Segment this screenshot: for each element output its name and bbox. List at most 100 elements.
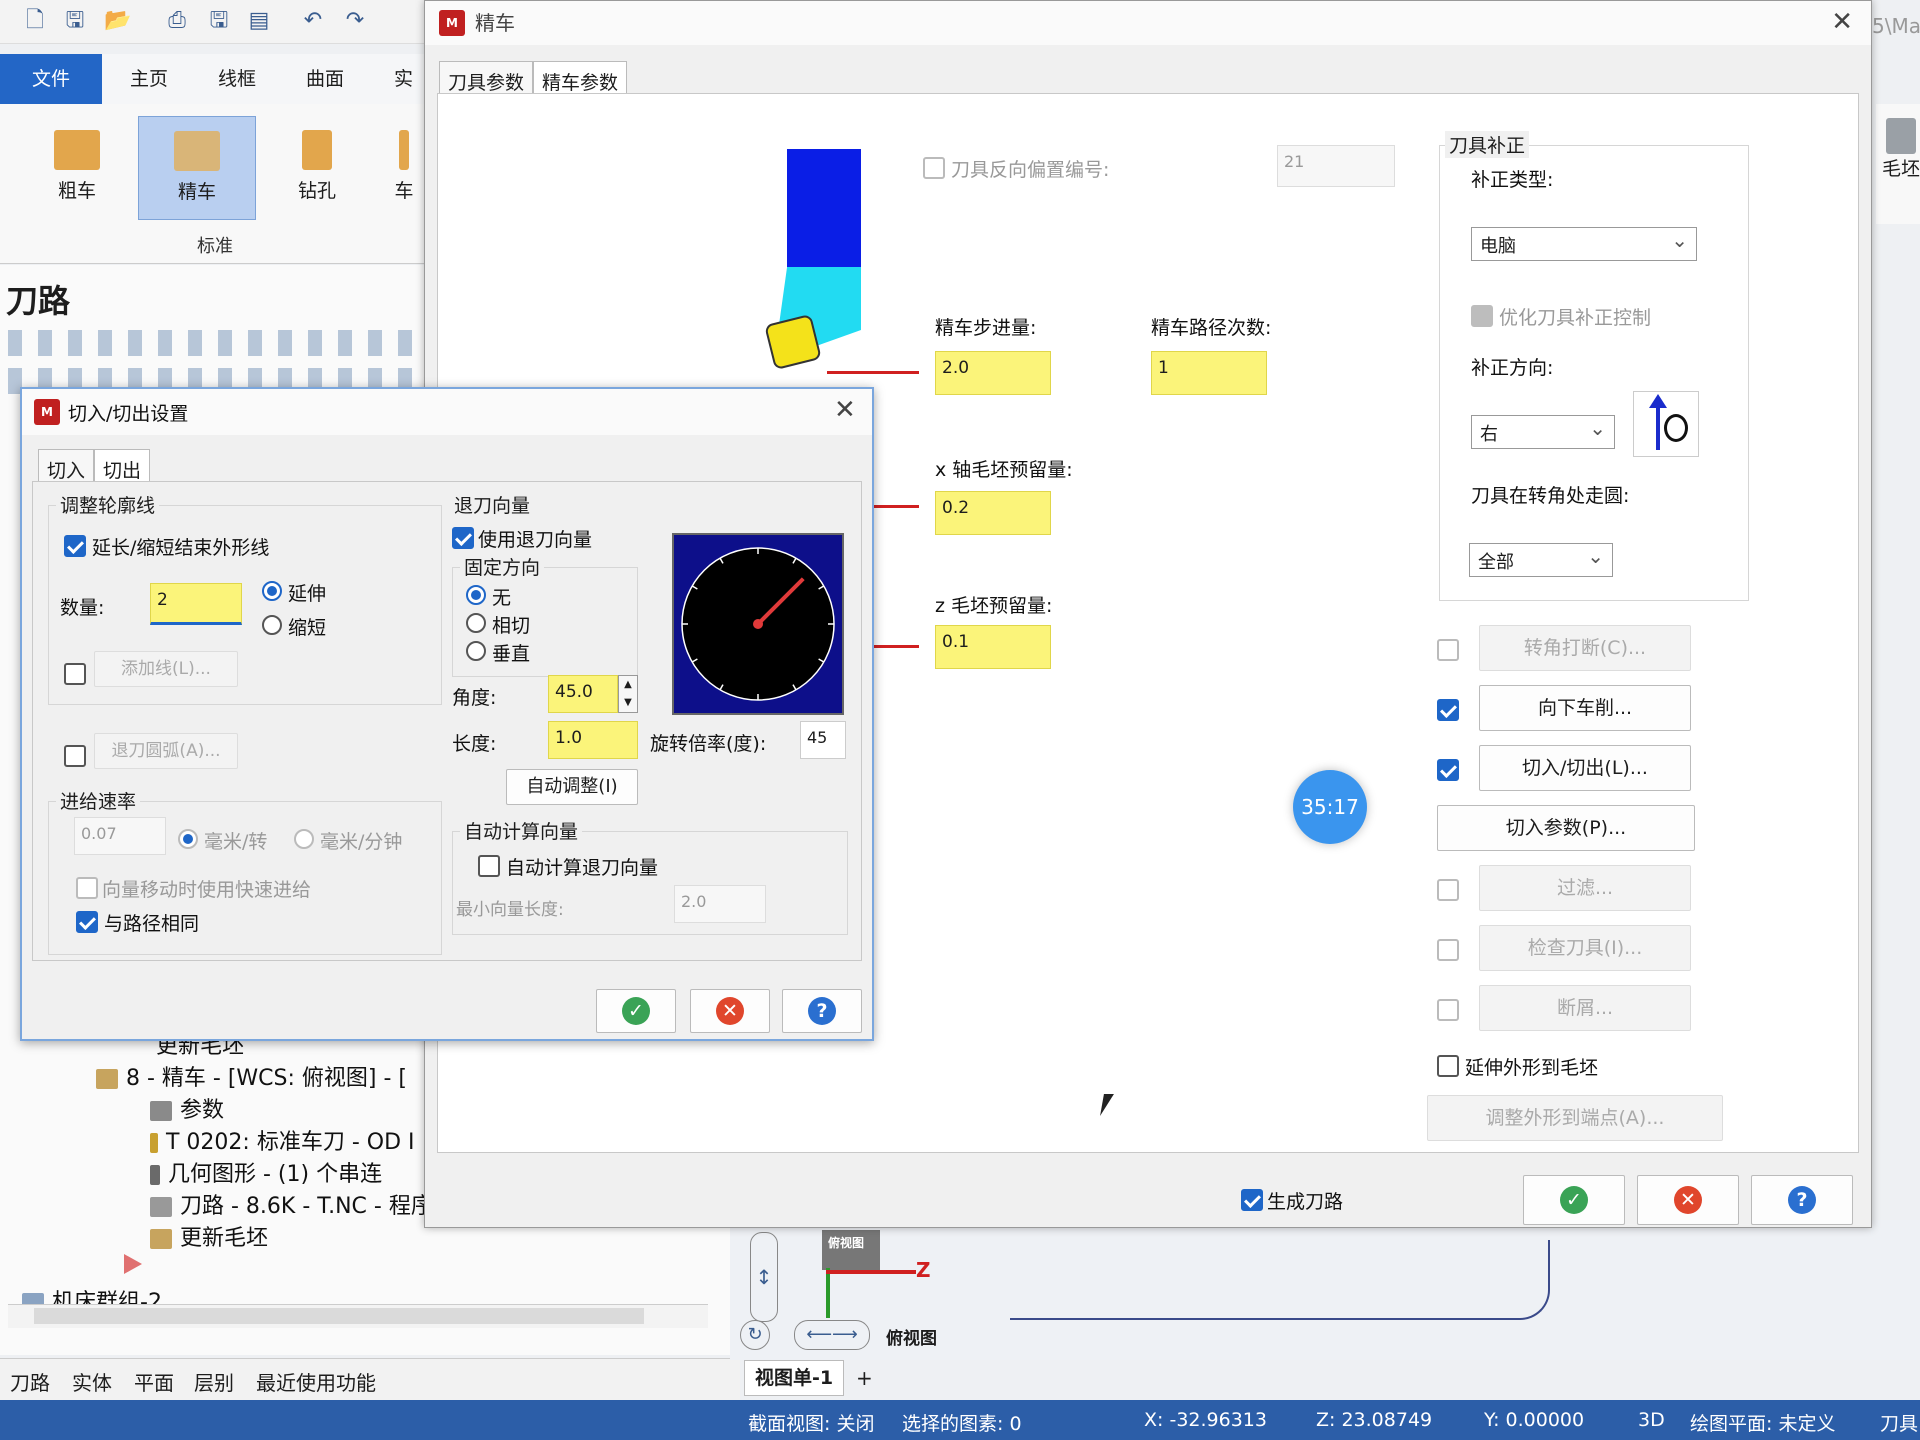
add-viewsheet-button[interactable]: + <box>856 1366 873 1390</box>
adjust-endpoint-button[interactable]: 调整外形到端点(A)... <box>1427 1095 1723 1141</box>
corner-roll-select[interactable]: 全部 <box>1469 543 1613 577</box>
filter-button[interactable]: 过滤... <box>1479 865 1691 911</box>
tab-solid[interactable]: 实体 <box>380 54 430 140</box>
angle-spinner[interactable]: ▲ ▼ <box>618 675 638 713</box>
horizontal-scrollbar[interactable] <box>8 1304 708 1328</box>
mm-per-min-radio[interactable] <box>294 829 314 849</box>
leadinout-button[interactable]: 切入/切出(L)... <box>1479 745 1691 791</box>
corner-break-checkbox[interactable] <box>1437 639 1459 661</box>
extend-shorten-checkbox[interactable] <box>64 535 86 557</box>
graphics-viewport[interactable]: 俯视图 Z ↕ ↻ ⟵⟶ 俯视图 <box>730 1220 1920 1360</box>
mm-per-rev-radio[interactable] <box>178 829 198 849</box>
auto-adjust-button[interactable]: 自动调整(I) <box>506 769 638 805</box>
tab-solids[interactable]: 实体 <box>72 1367 112 1396</box>
plunge-button[interactable]: 向下车削... <box>1479 685 1691 731</box>
plane-status[interactable]: 绘图平面: 未定义 <box>1690 1409 1835 1436</box>
tree-item[interactable]: 刀路 - 8.6K - T.NC - 程序 <box>150 1188 433 1220</box>
pan-horizontal-control[interactable]: ⟵⟶ <box>794 1320 870 1350</box>
section-view-status[interactable]: 截面视图: 关闭 <box>748 1409 874 1436</box>
reverse-offset-input[interactable]: 21 <box>1277 145 1395 187</box>
auto-calc-checkbox[interactable] <box>478 855 500 877</box>
comp-type-select[interactable]: 电脑 <box>1471 227 1697 261</box>
rough-turn-button[interactable]: 粗车 <box>18 116 136 220</box>
shorten-radio[interactable] <box>262 615 282 635</box>
pan-vertical-control[interactable]: ↕ <box>750 1232 778 1322</box>
angle-dial[interactable] <box>672 533 844 715</box>
optimize-comp-checkbox[interactable] <box>1471 305 1493 327</box>
print-icon[interactable]: ⎙ <box>164 8 190 34</box>
tree-item[interactable]: 几何图形 - (1) 个串连 <box>150 1156 382 1188</box>
plunge-params-button[interactable]: 切入参数(P)... <box>1437 805 1695 851</box>
viewsheet-tab[interactable]: 视图单-1 <box>744 1360 844 1396</box>
tab-levels[interactable]: 层别 <box>194 1367 234 1396</box>
chip-break-button[interactable]: 断屑... <box>1479 985 1691 1031</box>
plunge-checkbox[interactable] <box>1437 699 1459 721</box>
tab-wireframe[interactable]: 线框 <box>204 54 270 104</box>
open-icon[interactable]: 📂 <box>104 8 131 34</box>
step-input[interactable]: 2.0 <box>935 351 1051 395</box>
tree-item[interactable]: T 0202: 标准车刀 - OD I <box>150 1124 415 1156</box>
tab-file[interactable]: 文件 <box>0 54 102 104</box>
extend-radio[interactable] <box>262 581 282 601</box>
tab-surface[interactable]: 曲面 <box>292 54 358 104</box>
help-button[interactable]: ? <box>1751 1175 1853 1225</box>
tab-planes[interactable]: 平面 <box>134 1367 174 1396</box>
angle-input[interactable]: 45.0 <box>548 675 618 713</box>
feed-input[interactable]: 0.07 <box>74 817 166 855</box>
rotate-icon[interactable]: ↻ <box>740 1320 770 1350</box>
drill-button[interactable]: 钻孔 <box>258 116 376 220</box>
close-icon[interactable]: ✕ <box>1831 7 1853 37</box>
length-input[interactable]: 1.0 <box>548 721 638 759</box>
redo-icon[interactable]: ↷ <box>342 8 368 34</box>
close-icon[interactable]: ✕ <box>834 395 856 425</box>
cancel-button[interactable]: ✕ <box>1637 1175 1739 1225</box>
z-stock-input[interactable]: 0.1 <box>935 625 1051 669</box>
save-as-icon[interactable]: 🖫 <box>206 8 232 34</box>
x-stock-input[interactable]: 0.2 <box>935 491 1051 535</box>
add-line-button[interactable]: 添加线(L)... <box>94 651 238 687</box>
add-line-checkbox[interactable] <box>64 663 86 685</box>
direction-perp-radio[interactable] <box>466 641 486 661</box>
tree-item[interactable]: 参数 <box>150 1092 224 1124</box>
passes-input[interactable]: 1 <box>1151 351 1267 395</box>
chip-break-checkbox[interactable] <box>1437 999 1459 1021</box>
comp-dir-select[interactable]: 右 <box>1471 415 1615 449</box>
leadinout-checkbox[interactable] <box>1437 759 1459 781</box>
same-as-path-checkbox[interactable] <box>76 911 98 933</box>
amount-input[interactable]: 2 <box>150 583 242 625</box>
retract-arc-button[interactable]: 退刀圆弧(A)... <box>94 733 238 769</box>
tab-toolpaths[interactable]: 刀路 <box>10 1367 50 1396</box>
save-icon[interactable]: 🖫 <box>62 8 88 34</box>
toolplane-status[interactable]: 刀具 <box>1880 1409 1918 1436</box>
undo-icon[interactable]: ↶ <box>300 8 326 34</box>
properties-icon[interactable]: ▤ <box>246 8 272 34</box>
generate-toolpath-checkbox[interactable] <box>1241 1189 1263 1211</box>
check-tool-button[interactable]: 检查刀具(I)... <box>1479 925 1691 971</box>
rotation-input[interactable]: 45 <box>800 721 846 759</box>
direction-none-radio[interactable] <box>466 585 486 605</box>
tab-recent[interactable]: 最近使用功能 <box>256 1367 376 1396</box>
retract-arc-checkbox[interactable] <box>64 745 86 767</box>
sub-ok-button[interactable]: ✓ <box>596 989 676 1033</box>
corner-break-button[interactable]: 转角打断(C)... <box>1479 625 1691 671</box>
timer-badge[interactable]: 35:17 <box>1293 770 1367 844</box>
reverse-offset-checkbox[interactable] <box>923 157 945 179</box>
mode-3d[interactable]: 3D <box>1638 1409 1665 1431</box>
tab-home[interactable]: 主页 <box>116 54 182 104</box>
min-length-input[interactable]: 2.0 <box>674 885 766 923</box>
use-retract-checkbox[interactable] <box>452 527 474 549</box>
direction-tangent-radio[interactable] <box>466 613 486 633</box>
rapid-feed-checkbox[interactable] <box>76 877 98 899</box>
stock-ribbon-button[interactable]: 毛坯 <box>1876 104 1920 224</box>
extend-stock-checkbox[interactable] <box>1437 1055 1459 1077</box>
check-tool-checkbox[interactable] <box>1437 939 1459 961</box>
sub-help-button[interactable]: ? <box>782 989 862 1033</box>
filter-checkbox[interactable] <box>1437 879 1459 901</box>
tree-item-operation[interactable]: 8 - 精车 - [WCS: 俯视图] - [ <box>96 1060 407 1092</box>
finish-turn-button[interactable]: 精车 <box>138 116 256 220</box>
tree-item[interactable]: 更新毛坯 <box>150 1220 268 1252</box>
ok-button[interactable]: ✓ <box>1523 1175 1625 1225</box>
toolpath-toolbar-1[interactable] <box>8 330 418 356</box>
sub-cancel-button[interactable]: ✕ <box>690 989 770 1033</box>
new-file-icon[interactable]: 🗋 <box>22 8 48 34</box>
